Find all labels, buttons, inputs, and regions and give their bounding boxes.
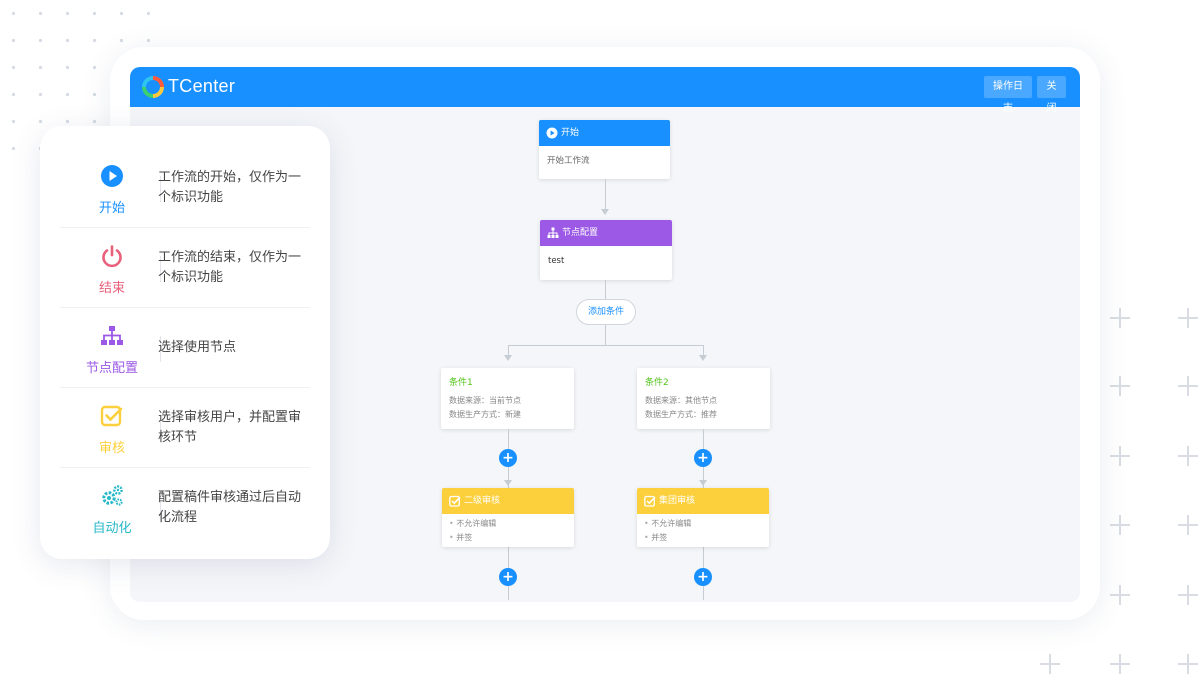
- legend-item-review: 审核 选择审核用户，并配置审核环节: [60, 388, 310, 468]
- node-title: 开始: [561, 128, 580, 138]
- play-icon: [546, 127, 558, 139]
- power-icon: [102, 245, 122, 268]
- condition-line: 数据来源：其他节点: [645, 396, 717, 405]
- gears-icon: [102, 485, 123, 506]
- review-option: 并签: [644, 531, 762, 545]
- connector-line: [508, 345, 509, 355]
- arrow-down-icon: [601, 209, 609, 215]
- flow-node-start[interactable]: 开始 开始工作流: [539, 120, 670, 179]
- close-button[interactable]: 关闭: [1037, 76, 1066, 114]
- legend-panel: 开始 工作流的开始，仅作为一个标识功能 结束 工作流的结束，仅作为一个标识功能 …: [40, 126, 330, 559]
- condition-line: 数据生产方式：新建: [449, 410, 521, 419]
- legend-item-automation: 自动化 配置稿件审核通过后自动化流程: [60, 468, 310, 548]
- plus-decoration: [1110, 654, 1130, 674]
- review-option: 不允许编辑: [644, 517, 762, 531]
- play-icon: [101, 165, 123, 187]
- add-node-button[interactable]: +: [694, 449, 712, 467]
- connector-line: [605, 325, 606, 345]
- plus-decoration: [1178, 376, 1198, 396]
- operation-log-button[interactable]: 操作日志: [984, 76, 1032, 114]
- add-node-button[interactable]: +: [694, 568, 712, 586]
- tcenter-logo-icon: [142, 76, 164, 98]
- condition-line: 数据生产方式：推荐: [645, 410, 717, 419]
- node-title: 节点配置: [562, 228, 599, 238]
- condition-title: 条件1: [449, 378, 473, 388]
- add-condition-button[interactable]: 添加条件: [576, 299, 636, 325]
- plus-decoration: [1110, 376, 1130, 396]
- legend-description: 工作流的开始，仅作为一个标识功能: [158, 170, 302, 205]
- app-brand: TCenter: [168, 76, 236, 96]
- plus-decoration: [1178, 585, 1198, 605]
- plus-decoration: [1178, 446, 1198, 466]
- hierarchy-icon: [101, 326, 123, 345]
- connector-line: [605, 280, 606, 299]
- condition-node-1[interactable]: 条件1 数据来源：当前节点 数据生产方式：新建: [441, 368, 574, 429]
- condition-node-2[interactable]: 条件2 数据来源：其他节点 数据生产方式：推荐: [637, 368, 770, 429]
- legend-label: 审核: [98, 441, 125, 456]
- plus-decoration: [1040, 654, 1060, 674]
- plus-decoration: [1110, 585, 1130, 605]
- plus-decoration: [1178, 308, 1198, 328]
- checkbox-icon: [449, 495, 461, 507]
- legend-label: 结束: [98, 281, 125, 296]
- arrow-down-icon: [699, 355, 707, 361]
- legend-description: 选择审核用户，并配置审核环节: [158, 410, 302, 445]
- checkbox-icon: [100, 405, 123, 427]
- legend-item-node-config: 节点配置 选择使用节点: [60, 308, 310, 388]
- plus-decoration: [1178, 654, 1198, 674]
- legend-description: 选择使用节点: [158, 340, 237, 355]
- legend-item-start: 开始 工作流的开始，仅作为一个标识功能: [60, 148, 310, 228]
- legend-description: 工作流的结束，仅作为一个标识功能: [158, 250, 302, 285]
- node-title: 二级审核: [464, 496, 501, 506]
- add-node-button[interactable]: +: [499, 568, 517, 586]
- review-node-1[interactable]: 二级审核 不允许编辑 并签: [442, 488, 574, 547]
- condition-line: 数据来源：当前节点: [449, 396, 521, 405]
- connector-line: [703, 345, 704, 355]
- arrow-down-icon: [504, 480, 512, 486]
- arrow-down-icon: [699, 480, 707, 486]
- legend-description: 配置稿件审核通过后自动化流程: [158, 490, 302, 525]
- connector-line: [605, 179, 606, 209]
- plus-decoration: [1178, 515, 1198, 535]
- flow-node-config[interactable]: 节点配置 test: [540, 220, 672, 280]
- plus-decoration: [1110, 515, 1130, 535]
- review-option: 不允许编辑: [449, 517, 567, 531]
- add-node-button[interactable]: +: [499, 449, 517, 467]
- hierarchy-icon: [547, 227, 559, 238]
- node-body: test: [548, 256, 565, 266]
- top-bar: TCenter 操作日志 关闭: [130, 67, 1080, 114]
- condition-title: 条件2: [645, 378, 669, 388]
- legend-item-end: 结束 工作流的结束，仅作为一个标识功能: [60, 228, 310, 308]
- legend-label: 节点配置: [85, 361, 138, 376]
- plus-decoration: [1110, 446, 1130, 466]
- legend-label: 自动化: [92, 521, 132, 536]
- branch-line: [508, 345, 704, 346]
- review-option: 并签: [449, 531, 567, 545]
- arrow-down-icon: [504, 355, 512, 361]
- review-node-2[interactable]: 集团审核 不允许编辑 并签: [637, 488, 769, 547]
- node-body: 开始工作流: [547, 156, 590, 166]
- legend-label: 开始: [98, 201, 125, 216]
- checkbox-icon: [644, 495, 656, 507]
- node-title: 集团审核: [659, 496, 696, 506]
- plus-decoration: [1110, 308, 1130, 328]
